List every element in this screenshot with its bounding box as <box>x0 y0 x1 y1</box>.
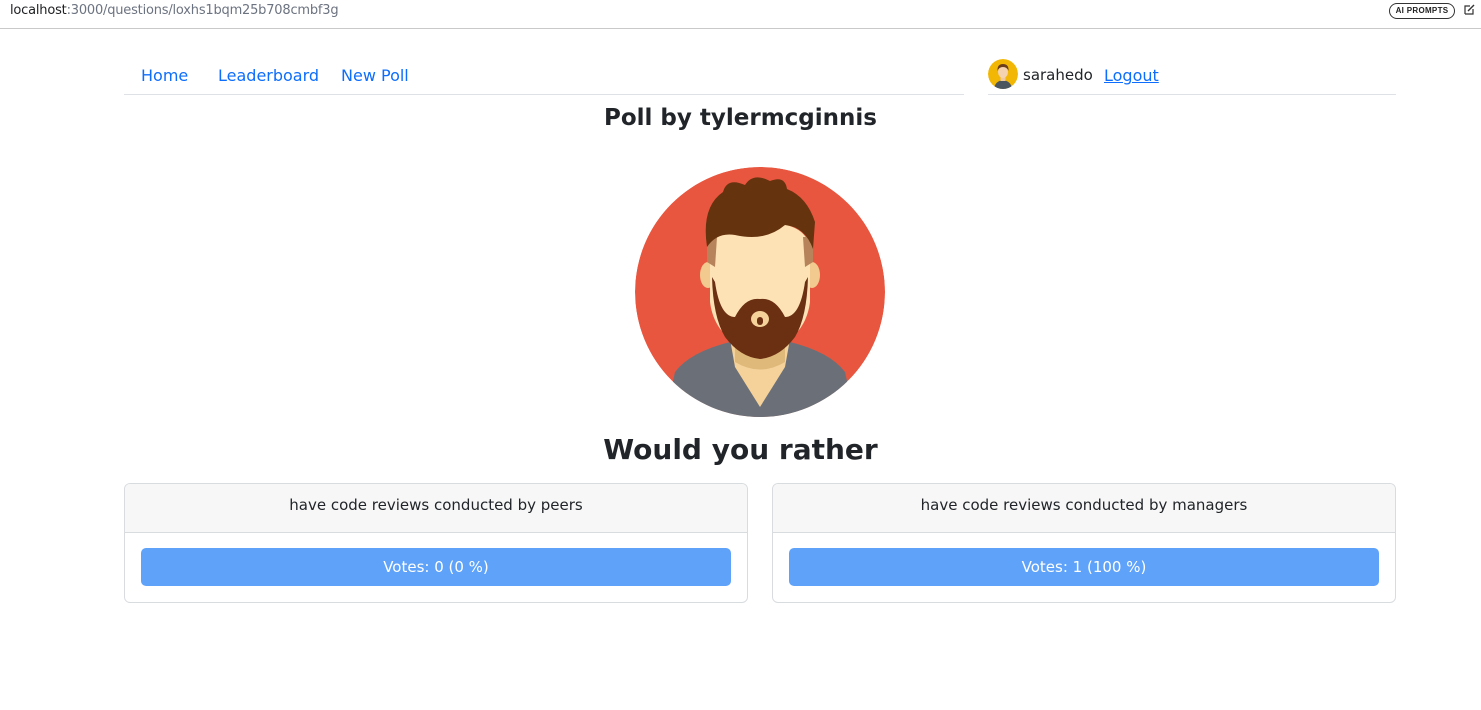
url-path: :3000/questions/loxhs1bqm25b708cmbf3g <box>66 3 339 18</box>
user-nav: sarahedo Logout <box>988 56 1396 95</box>
poll-title: Poll by tylermcginnis <box>604 105 877 131</box>
user-avatar <box>988 59 1018 89</box>
author-avatar <box>635 167 885 417</box>
option-card-2: have code reviews conducted by managers … <box>772 483 1396 603</box>
username: sarahedo <box>1023 66 1093 84</box>
option-card-1: have code reviews conducted by peers Vot… <box>124 483 748 603</box>
vote-result-bar: Votes: 1 (100 %) <box>789 548 1379 586</box>
option-text: have code reviews conducted by managers <box>773 484 1395 533</box>
vote-result-bar: Votes: 0 (0 %) <box>141 548 731 586</box>
question-heading: Would you rather <box>603 433 878 466</box>
option-text: have code reviews conducted by peers <box>125 484 747 533</box>
url-text[interactable]: localhost:3000/questions/loxhs1bqm25b708… <box>10 3 339 18</box>
browser-url-bar[interactable]: localhost:3000/questions/loxhs1bqm25b708… <box>0 0 1481 29</box>
nav-leaderboard-link[interactable]: Leaderboard <box>218 66 319 85</box>
nav-home-link[interactable]: Home <box>141 66 188 85</box>
logout-link[interactable]: Logout <box>1104 66 1159 85</box>
main-nav: Home Leaderboard New Poll <box>124 56 964 95</box>
url-host: localhost <box>10 3 67 18</box>
nav-new-poll-link[interactable]: New Poll <box>341 66 409 85</box>
ai-prompts-badge[interactable]: AI PROMPTS <box>1389 3 1455 19</box>
edit-icon[interactable] <box>1463 3 1476 16</box>
